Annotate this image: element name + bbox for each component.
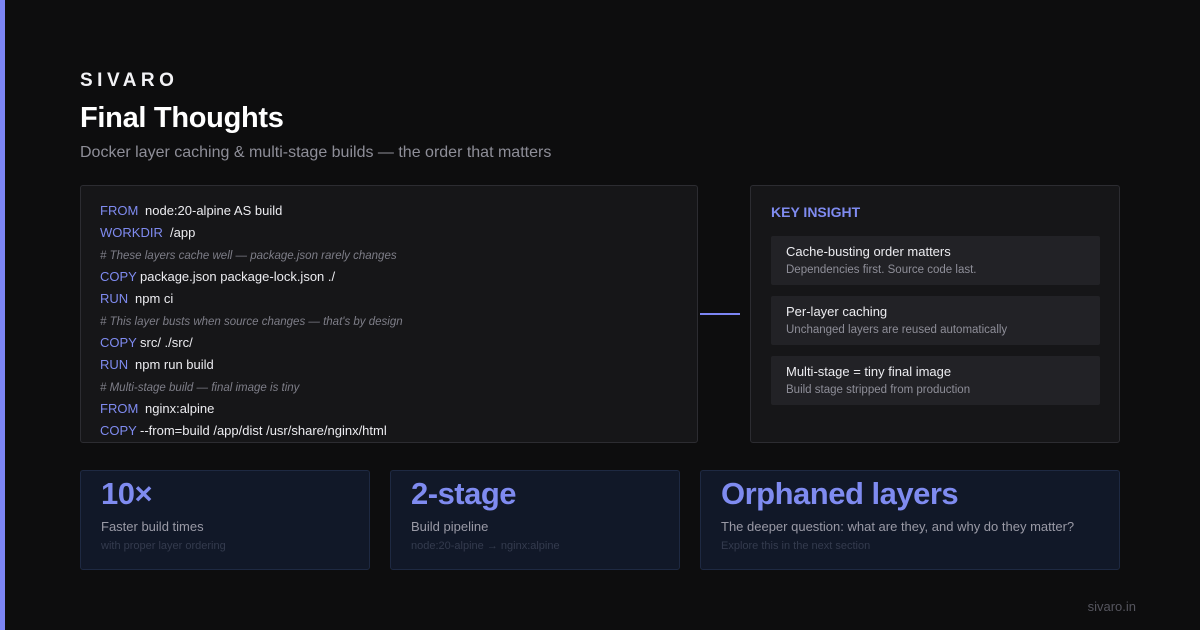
code-argument: /app	[170, 225, 196, 240]
code-keyword: COPY	[100, 423, 137, 438]
code-comment: # These layers cache well — package.json…	[100, 250, 397, 262]
code-line: WORKDIR/app	[100, 225, 697, 247]
insight-card: Per-layer caching Unchanged layers are r…	[771, 296, 1100, 345]
stat-card-orphaned-layers: Orphaned layers The deeper question: wha…	[700, 470, 1120, 570]
key-insight-panel: KEY INSIGHT Cache-busting order matters …	[750, 185, 1120, 443]
accent-bar	[0, 0, 5, 630]
stat-card-pipeline: 2-stage Build pipeline node:20-alpine → …	[390, 470, 680, 570]
code-comment: # Multi-stage build — final image is tin…	[100, 382, 300, 394]
code-argument: node:20-alpine AS build	[145, 203, 283, 218]
stat-label: Faster build times	[101, 519, 204, 534]
code-keyword: COPY	[100, 335, 137, 350]
insight-card-desc: Unchanged layers are reused automaticall…	[786, 324, 1008, 336]
brand-logo: SIVARO	[80, 70, 179, 91]
stat-card-speed: 10× Faster build times with proper layer…	[80, 470, 370, 570]
dockerfile-code-panel: FROM node:20-alpine AS build WORKDIR/app …	[80, 185, 698, 443]
insight-header: KEY INSIGHT	[771, 204, 861, 220]
code-keyword: COPY	[100, 269, 137, 284]
stat-sub: Explore this in the next section	[721, 540, 871, 552]
stat-value: 2-stage	[411, 476, 517, 511]
code-argument: nginx:alpine	[145, 401, 215, 416]
insight-card-title: Per-layer caching	[786, 304, 888, 319]
stat-value: Orphaned layers	[721, 476, 959, 511]
code-argument: npm run build	[135, 357, 214, 372]
code-argument: src/ ./src/	[140, 335, 193, 350]
stat-sub: node:20-alpine → nginx:alpine	[411, 540, 560, 552]
code-keyword: RUN	[100, 357, 129, 372]
page-subtitle: Docker layer caching & multi-stage build…	[80, 144, 552, 161]
code-argument: package.json package-lock.json ./	[140, 269, 336, 284]
footer-site-url: sivaro.in	[1087, 599, 1136, 614]
stat-sub: with proper layer ordering	[101, 540, 226, 552]
code-keyword: FROM	[100, 401, 139, 416]
code-comment: # This layer busts when source changes —…	[100, 316, 403, 328]
connector-line	[700, 313, 740, 315]
stat-value: 10×	[101, 476, 153, 511]
code-argument: --from=build /app/dist /usr/share/nginx/…	[140, 423, 387, 438]
code-keyword: FROM	[100, 203, 139, 218]
page-title: Final Thoughts	[80, 102, 284, 134]
code-line: RUN npm run build	[100, 357, 697, 379]
code-keyword: WORKDIR	[100, 225, 163, 240]
insight-card-title: Cache-busting order matters	[786, 244, 951, 259]
stat-label: Build pipeline	[411, 519, 489, 534]
code-comment-line: # These layers cache well — package.json…	[100, 247, 697, 269]
insight-card-title: Multi-stage = tiny final image	[786, 364, 952, 379]
stat-label: The deeper question: what are they, and …	[721, 519, 1075, 534]
code-comment-line: # Multi-stage build — final image is tin…	[100, 379, 697, 401]
code-keyword: RUN	[100, 291, 129, 306]
code-comment-line: # This layer busts when source changes —…	[100, 313, 697, 335]
insight-card-desc: Dependencies first. Source code last.	[786, 264, 977, 276]
code-line: COPY package.json package-lock.json ./	[100, 269, 697, 291]
code-argument: npm ci	[135, 291, 174, 306]
insight-card-desc: Build stage stripped from production	[786, 384, 971, 396]
code-line: COPY --from=build /app/dist /usr/share/ng…	[100, 423, 697, 445]
insight-card: Multi-stage = tiny final image Build sta…	[771, 356, 1100, 405]
code-line: RUN npm ci	[100, 291, 697, 313]
code-line: COPY src/ ./src/	[100, 335, 697, 357]
code-line: FROM nginx:alpine	[100, 401, 697, 423]
code-line: FROM node:20-alpine AS build	[100, 203, 697, 225]
insight-card: Cache-busting order matters Dependencies…	[771, 236, 1100, 285]
